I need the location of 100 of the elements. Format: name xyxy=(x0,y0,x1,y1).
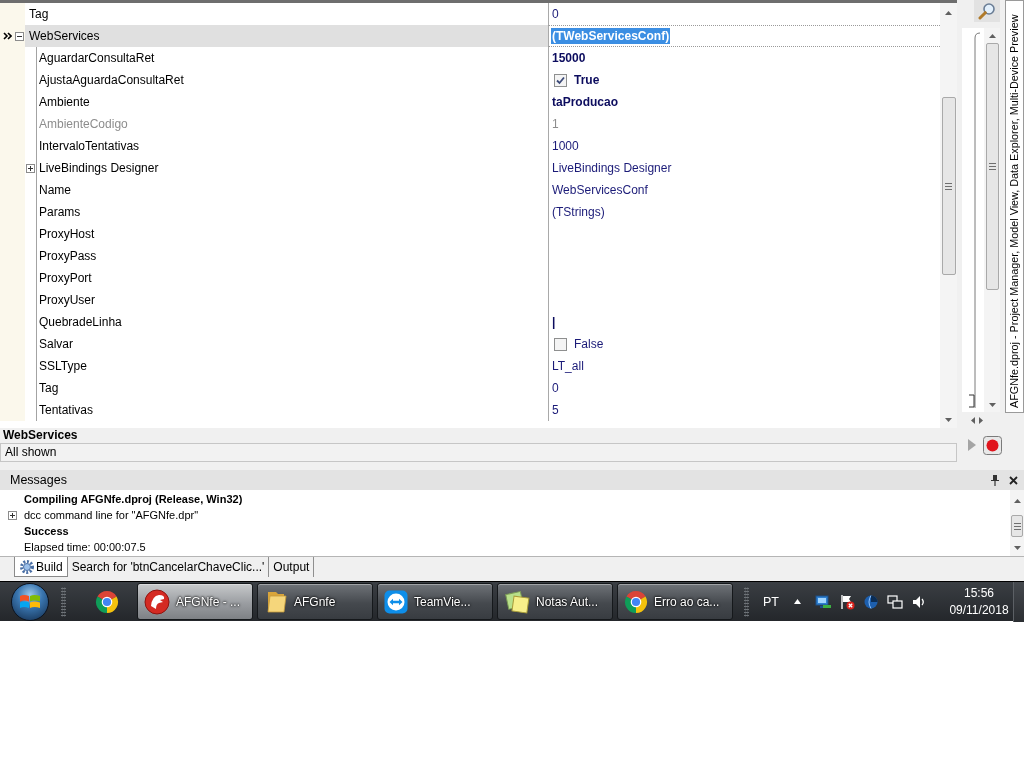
property-row[interactable]: LiveBindings Designer LiveBindings Designer xyxy=(0,157,940,179)
network-icon[interactable] xyxy=(887,593,903,610)
down-arrow-icon[interactable] xyxy=(945,418,952,422)
property-name: ProxyPort xyxy=(39,271,92,285)
tab[interactable]: Build xyxy=(14,557,68,577)
property-name: LiveBindings Designer xyxy=(39,161,159,175)
message-text: dcc command line for "AFGNfe.dpr" xyxy=(24,509,199,521)
property-row[interactable]: Params (TStrings) xyxy=(0,201,940,223)
property-row[interactable]: ProxyPort xyxy=(0,267,940,289)
record-icon[interactable] xyxy=(983,435,1002,455)
property-row[interactable]: Tentativas 5 xyxy=(0,399,940,421)
up-arrow-icon[interactable] xyxy=(945,11,952,15)
up-arrow-icon[interactable] xyxy=(1013,499,1021,503)
message-text: Elapsed time: 00:00:07.5 xyxy=(24,541,146,553)
property-row[interactable]: Salvar False xyxy=(0,333,940,355)
flag-icon xyxy=(19,592,41,611)
property-value: 0 xyxy=(551,380,560,396)
notes-icon xyxy=(504,589,530,614)
property-row[interactable]: Ambiente taProducao xyxy=(0,91,940,113)
property-name: IntervaloTentativas xyxy=(39,139,140,153)
property-name: Tentativas xyxy=(39,403,94,417)
property-value: True xyxy=(573,72,601,88)
scrollbar-thumb[interactable] xyxy=(1011,515,1023,537)
property-name: QuebradeLinha xyxy=(39,315,122,329)
property-name: Ambiente xyxy=(39,95,90,109)
description-title: WebServices xyxy=(2,428,79,443)
scrollbar-thumb[interactable] xyxy=(941,97,956,275)
close-icon[interactable] xyxy=(1009,475,1018,485)
clock-date[interactable]: 09/11/2018 xyxy=(949,601,1009,619)
property-value: 0 xyxy=(551,6,560,22)
up-arrow-icon[interactable] xyxy=(988,34,996,38)
pin-icon[interactable] xyxy=(991,474,999,486)
property-name: Salvar xyxy=(39,337,73,351)
property-value: LiveBindings Designer xyxy=(551,160,673,176)
caret-up-icon[interactable] xyxy=(794,599,801,604)
property-name: WebServices xyxy=(29,29,100,43)
property-name: Params xyxy=(39,205,81,219)
message-text: Compiling AFGNfe.dproj (Release, Win32) xyxy=(24,493,243,505)
property-name: Tag xyxy=(39,381,59,395)
property-row[interactable]: QuebradeLinha | xyxy=(0,311,940,333)
search-button[interactable] xyxy=(974,0,1000,22)
vertical-scrollbar[interactable] xyxy=(940,3,957,428)
status-bar: All shown xyxy=(0,443,957,462)
segmented-circle-icon xyxy=(95,589,119,614)
segmented-circle-icon xyxy=(624,589,648,614)
globe-icon[interactable] xyxy=(863,593,879,610)
taskbar-button[interactable]: AFGnfe xyxy=(257,583,373,620)
clock-time[interactable]: 15:56 xyxy=(963,584,994,602)
minus-box-icon[interactable] xyxy=(15,31,24,41)
property-value: 1 xyxy=(551,116,560,132)
folder-icon xyxy=(264,589,288,614)
property-row[interactable]: AguardarConsultaRet 15000 xyxy=(0,47,940,69)
side-tab[interactable]: AFGNfe.dproj - Project Manager, Model View, Data Explorer, Multi-Device Preview xyxy=(1005,0,1024,413)
gear-icon xyxy=(19,558,35,575)
property-value: False xyxy=(573,336,605,352)
property-row[interactable]: AjustaAguardaConsultaRet True xyxy=(0,69,940,91)
property-row[interactable]: ProxyUser xyxy=(0,289,940,311)
property-row[interactable]: ProxyPass xyxy=(0,245,940,267)
property-value: (TStrings) xyxy=(551,204,606,220)
language-indicator[interactable]: PT xyxy=(763,594,779,609)
property-name: ProxyHost xyxy=(39,227,95,241)
tab[interactable]: Search for 'btnCancelarChaveClic...' xyxy=(67,557,270,577)
plus-box-icon[interactable] xyxy=(7,510,17,520)
monitor-icon[interactable] xyxy=(815,593,831,610)
property-name: ProxyPass xyxy=(39,249,97,263)
property-name: Name xyxy=(39,183,71,197)
down-arrow-icon[interactable] xyxy=(1013,546,1021,550)
scrollbar-thumb[interactable] xyxy=(985,43,999,290)
taskbar-button[interactable]: Notas Aut... xyxy=(497,583,613,620)
property-row[interactable]: ProxyHost xyxy=(0,223,940,245)
checkbox[interactable] xyxy=(554,73,567,87)
property-name: SSLType xyxy=(39,359,87,373)
vertical-scrollbar[interactable] xyxy=(1010,490,1024,556)
flag-icon[interactable] xyxy=(839,593,855,610)
message-text: Success xyxy=(24,525,69,537)
property-name: Tag xyxy=(29,7,49,21)
show-desktop-button[interactable] xyxy=(1013,581,1024,622)
toolbar-grip[interactable] xyxy=(61,586,66,617)
taskbar-button[interactable]: TeamVie... xyxy=(377,583,493,620)
property-row[interactable]: Name WebServicesConf xyxy=(0,179,940,201)
toolbar-grip[interactable] xyxy=(744,586,749,617)
property-name: AmbienteCodigo xyxy=(39,117,128,131)
property-row[interactable]: IntervaloTentativas 1000 xyxy=(0,135,940,157)
left-arrow-icon[interactable] xyxy=(971,416,975,424)
tab[interactable]: Output xyxy=(269,557,315,577)
property-value: 1000 xyxy=(551,138,580,154)
property-row[interactable]: SSLType LT_all xyxy=(0,355,940,377)
property-name: AguardarConsultaRet xyxy=(39,51,155,65)
panel-title: Messages xyxy=(10,473,68,487)
property-name: AjustaAguardaConsultaRet xyxy=(39,73,184,87)
start-button[interactable] xyxy=(11,582,49,621)
checkbox[interactable] xyxy=(554,337,567,351)
right-arrow-icon[interactable] xyxy=(979,416,983,424)
property-name: ProxyUser xyxy=(39,293,95,307)
vertical-scrollbar[interactable] xyxy=(984,28,1000,412)
plus-box-icon[interactable] xyxy=(26,163,35,173)
property-row[interactable]: Tag 0 xyxy=(0,377,940,399)
down-arrow-icon[interactable] xyxy=(988,403,996,407)
property-value: (TWebServicesConf) xyxy=(551,28,671,44)
taskbar-button[interactable]: Erro ao ca... xyxy=(617,583,733,620)
